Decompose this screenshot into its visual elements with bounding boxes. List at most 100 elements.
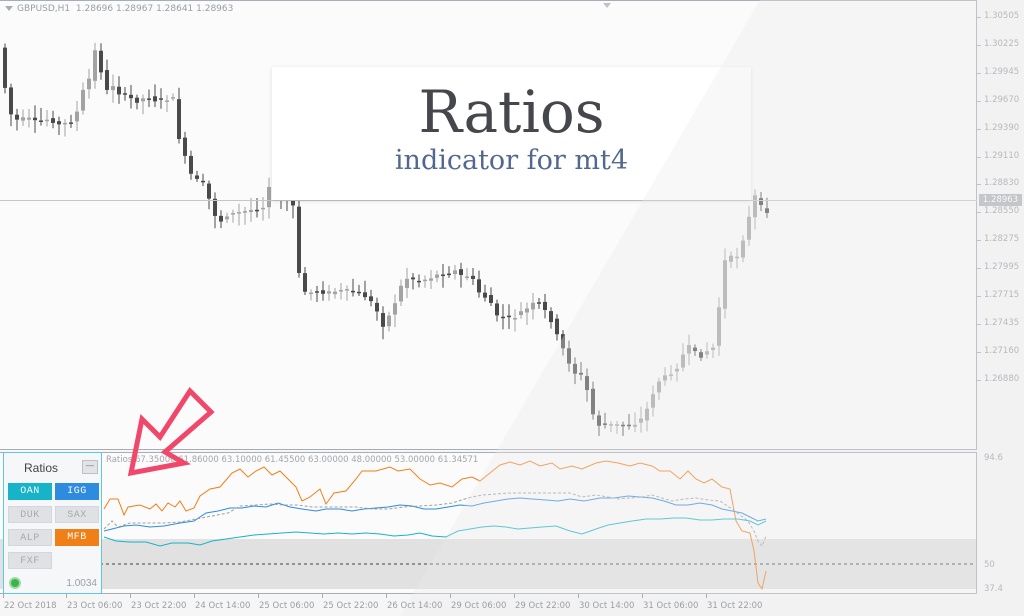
candle-body <box>513 318 517 320</box>
candle-body <box>705 351 709 355</box>
price-label: 1.26880 <box>984 373 1020 384</box>
time-tick <box>514 594 515 598</box>
candle-body <box>765 208 769 213</box>
indicator-subwindow[interactable] <box>0 452 977 594</box>
price-tick <box>977 323 981 325</box>
broker-button-mfb[interactable]: MFB <box>55 529 99 546</box>
candle-body <box>483 292 487 298</box>
price-tick <box>977 72 981 74</box>
candle-body <box>633 424 637 427</box>
chart-header: GBPUSD,H1 1.28696 1.28967 1.28641 1.2896… <box>5 4 233 14</box>
price-tick <box>977 184 981 186</box>
panel-title: Ratios <box>24 461 59 475</box>
candle-body <box>351 290 355 293</box>
candle-body <box>135 97 139 103</box>
candle-body <box>591 388 595 415</box>
time-label: 26 Oct 14:00 <box>387 601 443 611</box>
candle-body <box>141 98 145 102</box>
candle-body <box>585 376 589 391</box>
candle-body <box>219 215 223 222</box>
candle-body <box>57 121 61 125</box>
candle-body <box>477 279 481 293</box>
broker-button-igg[interactable]: IGG <box>55 483 99 500</box>
candle-body <box>87 78 91 90</box>
candle-body <box>177 99 181 139</box>
candle-body <box>369 296 373 302</box>
candle-body <box>153 96 157 102</box>
candle-body <box>729 255 733 262</box>
price-label: 1.27995 <box>984 262 1020 273</box>
price-tick <box>977 44 981 46</box>
candle-body <box>639 418 643 423</box>
price-tick <box>977 268 981 270</box>
minimize-button[interactable]: — <box>82 460 98 474</box>
candle-body <box>465 276 469 278</box>
status-indicator-icon <box>9 577 21 589</box>
candle-body <box>555 318 559 335</box>
candle-body <box>645 408 649 421</box>
price-tick <box>977 379 981 381</box>
neutral-zone <box>0 539 976 589</box>
candle-body <box>603 423 607 425</box>
time-label: 29 Oct 06:00 <box>451 601 507 611</box>
chart-shift-marker-icon[interactable] <box>603 3 611 8</box>
candle-body <box>687 345 691 354</box>
title-overlay: Ratios indicator for mt4 <box>272 67 751 200</box>
candle-body <box>21 117 25 121</box>
candle-body <box>69 122 73 124</box>
broker-button-alp[interactable]: ALP <box>8 529 52 546</box>
candle-body <box>225 216 229 220</box>
candle-body <box>111 86 115 91</box>
candle-body <box>573 363 577 374</box>
price-label: 1.28275 <box>984 234 1020 245</box>
broker-button-duk[interactable]: DUK <box>8 506 52 523</box>
candle-body <box>63 122 67 125</box>
candle-body <box>321 290 325 294</box>
price-tick <box>977 128 981 130</box>
ratios-panel[interactable]: Ratios — OAN IGG DUK SAX ALP MFB FXF 1.0… <box>3 452 102 594</box>
candle-body <box>129 94 133 99</box>
indicator-axis-mid: 50 <box>984 560 995 570</box>
candle-body <box>201 180 205 183</box>
candle-body <box>261 207 265 210</box>
broker-button-fxf[interactable]: FXF <box>8 552 52 569</box>
time-tick <box>578 594 579 598</box>
candle-body <box>147 98 151 100</box>
broker-button-oan[interactable]: OAN <box>8 483 52 500</box>
time-label: 22 Oct 2018 <box>4 601 57 611</box>
time-label: 25 Oct 06:00 <box>259 601 315 611</box>
price-label: 1.28830 <box>984 178 1020 189</box>
candle-body <box>249 209 253 213</box>
candle-body <box>597 415 601 426</box>
candle-body <box>549 311 553 323</box>
time-label: 23 Oct 22:00 <box>131 601 187 611</box>
candle-body <box>387 315 391 327</box>
candle-body <box>45 119 49 122</box>
candle-body <box>51 118 55 123</box>
price-tick <box>977 240 981 242</box>
candle-body <box>267 186 271 208</box>
time-label: 23 Oct 06:00 <box>67 601 123 611</box>
overlay-subtitle: indicator for mt4 <box>394 145 629 176</box>
candle-body <box>213 198 217 216</box>
price-tick <box>977 296 981 297</box>
candle-body <box>75 111 79 122</box>
candle-body <box>525 308 529 313</box>
candle-body <box>519 311 523 316</box>
collapse-triangle-icon[interactable] <box>5 6 13 11</box>
time-tick <box>258 594 259 598</box>
time-label: 25 Oct 22:00 <box>323 601 379 611</box>
broker-button-sax[interactable]: SAX <box>55 506 99 523</box>
price-tick <box>977 100 981 102</box>
overlay-title: Ratios <box>418 78 605 146</box>
price-label: 1.29390 <box>984 122 1020 133</box>
bid-price-tag: 1.28963 <box>979 194 1022 206</box>
candle-body <box>357 291 361 294</box>
candle-body <box>39 120 43 122</box>
candle-body <box>531 302 535 310</box>
time-tick <box>3 594 4 598</box>
indicator-axis-max: 94.6 <box>984 453 1003 463</box>
time-tick <box>66 594 67 598</box>
candle-body <box>207 183 211 199</box>
candle-body <box>567 348 571 364</box>
